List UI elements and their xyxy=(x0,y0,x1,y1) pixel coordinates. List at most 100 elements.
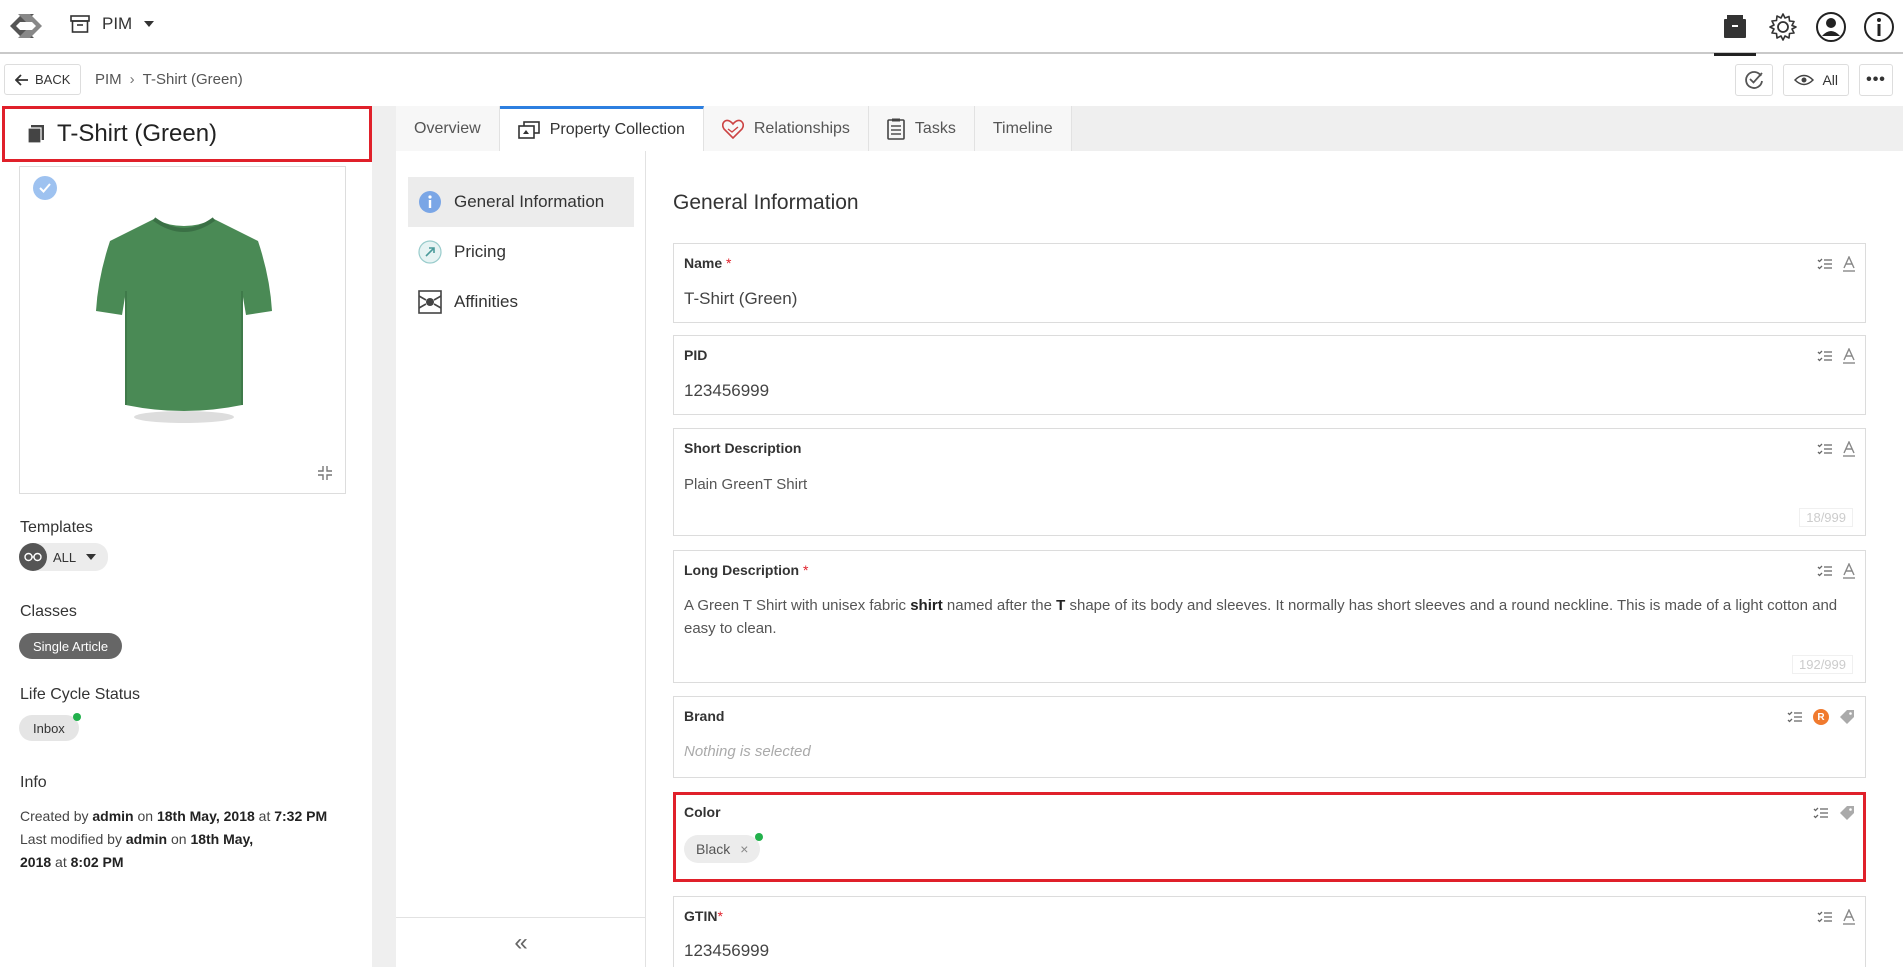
eye-icon xyxy=(1794,74,1815,86)
breadcrumb: PIM › T-Shirt (Green) xyxy=(95,71,243,88)
back-button-label: BACK xyxy=(35,72,71,87)
tab-property-collection[interactable]: Property Collection xyxy=(499,106,704,151)
text-format-icon[interactable] xyxy=(1843,563,1855,579)
created-line: Created by admin on 18th May, 2018 at 7:… xyxy=(20,805,350,828)
short-description-input[interactable]: Plain GreenT Shirt xyxy=(684,473,1855,496)
property-collection-icon xyxy=(517,121,540,139)
created-on: on xyxy=(137,808,154,824)
settings-gear-icon[interactable] xyxy=(1759,0,1807,54)
created-user: admin xyxy=(92,808,134,824)
info-label: Info xyxy=(20,774,47,791)
brand-select[interactable]: Nothing is selected xyxy=(684,743,811,760)
template-value: ALL xyxy=(53,549,77,565)
field-long-description-label: Long Description * xyxy=(684,562,809,578)
content-area: General Information Pricing Affinities «… xyxy=(396,151,1903,967)
gtin-input[interactable]: 123456999 xyxy=(684,941,769,961)
breadcrumb-item-current: T-Shirt (Green) xyxy=(142,71,243,88)
app-switcher[interactable]: PIM xyxy=(70,14,155,34)
tab-tasks[interactable]: Tasks xyxy=(868,106,975,151)
check-badge-icon[interactable] xyxy=(33,176,57,200)
nav-item-general-information[interactable]: General Information xyxy=(408,177,634,227)
created-date: 18th May, 2018 xyxy=(156,808,255,824)
long-description-input[interactable]: A Green T Shirt with unisex fabric shirt… xyxy=(684,594,1855,640)
class-chip: Single Article xyxy=(19,633,123,659)
field-short-description-label: Short Description xyxy=(684,440,802,456)
checklist-icon[interactable] xyxy=(1817,911,1833,923)
text-format-icon[interactable] xyxy=(1843,348,1855,364)
collapse-image-icon[interactable] xyxy=(317,465,333,481)
field-long-description: Long Description * A Green T Shirt with … xyxy=(673,550,1866,683)
info-text: Created by admin on 18th May, 2018 at 7:… xyxy=(20,805,350,874)
field-name-label: Name * xyxy=(684,255,732,271)
checklist-icon[interactable] xyxy=(1787,711,1803,723)
checklist-icon[interactable] xyxy=(1817,350,1833,362)
nav-item-general-information-label: General Information xyxy=(454,192,605,211)
more-options-button[interactable]: ••• xyxy=(1859,64,1893,96)
view-filter-button[interactable]: All xyxy=(1783,64,1849,96)
handshake-heart-icon xyxy=(721,119,744,139)
property-nav: General Information Pricing Affinities « xyxy=(396,151,646,967)
color-value-chip[interactable]: Black × xyxy=(684,833,764,863)
template-selector[interactable]: ALL xyxy=(19,543,109,571)
tag-icon[interactable] xyxy=(1839,805,1855,821)
breadcrumb-bar: BACK PIM › T-Shirt (Green) All ••• xyxy=(0,56,1903,106)
entity-title-box: T-Shirt (Green) xyxy=(2,106,372,162)
top-app-bar: PIM xyxy=(0,0,1903,56)
name-input[interactable]: T-Shirt (Green) xyxy=(684,289,797,309)
text-format-icon[interactable] xyxy=(1843,441,1855,457)
short-description-counter: 18/999 xyxy=(1799,508,1853,527)
tab-tasks-label: Tasks xyxy=(914,119,956,137)
modified-at: at xyxy=(55,854,67,870)
pricing-icon xyxy=(418,240,442,264)
created-prefix: Created by xyxy=(20,808,89,824)
created-at: at xyxy=(258,808,271,824)
panel-divider xyxy=(372,106,396,967)
collapse-nav-button[interactable]: « xyxy=(396,917,646,967)
breadcrumb-item-pim[interactable]: PIM xyxy=(95,71,122,88)
checklist-icon[interactable] xyxy=(1817,443,1833,455)
tag-icon[interactable] xyxy=(1839,709,1855,725)
review-check-button[interactable] xyxy=(1735,64,1774,96)
info-icon[interactable] xyxy=(1855,0,1903,54)
text-format-icon[interactable] xyxy=(1843,909,1855,925)
tab-relationships[interactable]: Relationships xyxy=(703,106,869,151)
nav-item-pricing[interactable]: Pricing xyxy=(408,227,634,277)
field-long-description-actions xyxy=(1817,563,1855,579)
user-account-icon[interactable] xyxy=(1807,0,1855,54)
field-name-actions xyxy=(1817,256,1855,272)
check-circle-icon xyxy=(1745,71,1764,89)
field-gtin-actions xyxy=(1817,909,1855,925)
tab-overview[interactable]: Overview xyxy=(396,106,500,151)
app-logo-icon[interactable] xyxy=(4,6,48,46)
app-switcher-label: PIM xyxy=(102,14,133,33)
pid-input[interactable]: 123456999 xyxy=(684,381,769,401)
lifecycle-status-chip[interactable]: Inbox xyxy=(19,713,81,741)
double-chevron-left-icon: « xyxy=(514,928,528,956)
info-circle-icon xyxy=(419,191,441,213)
task-list-icon xyxy=(887,118,905,140)
modified-prefix: Last modified by xyxy=(20,831,122,847)
modified-user: admin xyxy=(125,831,168,847)
field-pid-actions xyxy=(1817,348,1855,364)
tab-timeline[interactable]: Timeline xyxy=(974,106,1072,151)
glasses-icon xyxy=(19,543,47,571)
field-gtin-label: GTIN* xyxy=(684,908,723,924)
long-desc-text: A Green T Shirt with unisex fabric xyxy=(684,597,911,614)
product-image-box xyxy=(19,166,346,494)
status-dot-icon xyxy=(72,713,81,721)
modified-line: Last modified by admin on 18th May, 2018… xyxy=(20,828,275,874)
section-title: General Information xyxy=(673,191,859,214)
view-filter-label: All xyxy=(1822,72,1838,88)
checklist-icon[interactable] xyxy=(1817,258,1833,270)
nav-item-affinities[interactable]: Affinities xyxy=(408,277,634,327)
modified-time: 8:02 PM xyxy=(70,854,124,870)
checklist-icon[interactable] xyxy=(1817,565,1833,577)
remove-color-icon[interactable]: × xyxy=(740,841,748,857)
product-box-icon[interactable] xyxy=(1711,0,1759,56)
back-button[interactable]: BACK xyxy=(4,64,82,95)
brand-reference-badge[interactable]: R xyxy=(1813,709,1829,725)
breadcrumb-separator-icon: › xyxy=(129,71,135,88)
field-short-description-actions xyxy=(1817,441,1855,457)
text-format-icon[interactable] xyxy=(1843,256,1855,272)
checklist-icon[interactable] xyxy=(1813,807,1829,819)
